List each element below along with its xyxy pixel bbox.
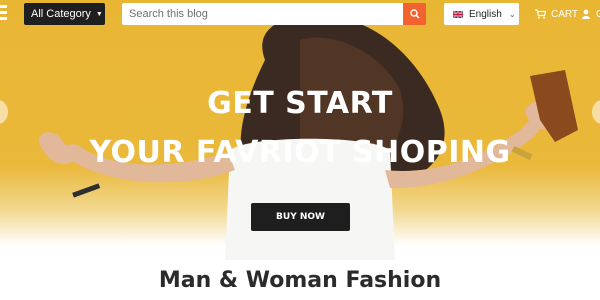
uk-flag-icon bbox=[453, 10, 463, 18]
caret-down-icon: ▼ bbox=[95, 10, 103, 18]
user-link[interactable]: O bbox=[582, 6, 600, 22]
menu-icon[interactable] bbox=[0, 5, 8, 23]
cart-link[interactable]: CART bbox=[535, 6, 578, 22]
language-label: English bbox=[469, 8, 502, 20]
user-icon bbox=[582, 9, 590, 19]
search-button[interactable] bbox=[403, 3, 426, 25]
hero-headline-line1: GET START bbox=[207, 86, 393, 121]
all-category-label: All Category bbox=[31, 8, 91, 20]
section-title: Man & Woman Fashion bbox=[158, 268, 442, 293]
search-icon bbox=[409, 9, 420, 19]
hero-headline-line2: YOUR FAVRIOT SHOPING bbox=[89, 135, 511, 170]
search-input[interactable] bbox=[122, 3, 404, 25]
all-category-button[interactable]: All Category ▼ bbox=[24, 3, 105, 25]
chevron-down-icon: ⌄ bbox=[508, 9, 516, 19]
cart-label: CART bbox=[551, 8, 579, 20]
cart-icon bbox=[535, 9, 546, 19]
language-select[interactable]: English ⌄ bbox=[444, 3, 519, 25]
buy-now-button[interactable]: BUY NOW bbox=[251, 203, 350, 231]
user-label: O bbox=[596, 8, 600, 20]
